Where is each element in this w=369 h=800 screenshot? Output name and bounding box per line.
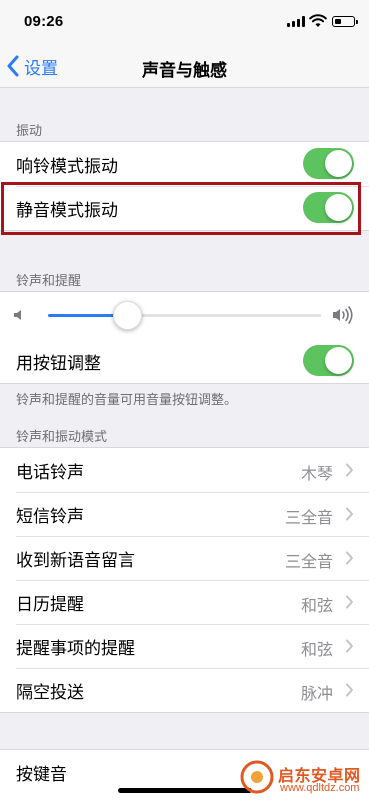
chevron-right-icon bbox=[346, 595, 353, 609]
silent-vibration-label: 静音模式振动 bbox=[16, 200, 118, 220]
pattern-row-label: 短信铃声 bbox=[16, 506, 84, 526]
silent-vibration-toggle[interactable] bbox=[303, 192, 354, 223]
pattern-row-label: 日历提醒 bbox=[16, 594, 84, 614]
ring-vibration-label: 响铃模式振动 bbox=[16, 156, 118, 176]
pattern-row-label: 收到新语音留言 bbox=[16, 550, 135, 570]
signal-icon bbox=[287, 16, 305, 27]
home-indicator bbox=[118, 788, 252, 793]
nav-bar: 声音与触感 设置 bbox=[0, 44, 369, 88]
pattern-row-label: 隔空投送 bbox=[16, 682, 84, 702]
vibration-group: 响铃模式振动 静音模式振动 bbox=[0, 141, 369, 231]
pattern-row-label: 电话铃声 bbox=[16, 462, 84, 482]
pattern-row[interactable]: 电话铃声 木琴 bbox=[0, 448, 369, 492]
speaker-high-icon bbox=[333, 306, 353, 324]
ring-vibration-toggle[interactable] bbox=[303, 148, 354, 179]
battery-icon bbox=[332, 16, 358, 27]
pattern-row[interactable]: 日历提醒 和弦 bbox=[0, 580, 369, 624]
keyboard-clicks-label: 按键音 bbox=[16, 764, 67, 784]
watermark-url: www.qdltdz.com bbox=[280, 782, 360, 794]
volume-slider[interactable] bbox=[48, 301, 321, 330]
pattern-row-value: 和弦 bbox=[300, 642, 333, 659]
pattern-row-value: 脉冲 bbox=[300, 686, 333, 703]
change-with-buttons-label: 用按钮调整 bbox=[16, 353, 101, 373]
watermark-logo-icon bbox=[240, 760, 274, 794]
chevron-right-icon bbox=[346, 507, 353, 521]
chevron-right-icon bbox=[346, 683, 353, 697]
section-header-vibration: 振动 bbox=[16, 123, 43, 138]
speaker-low-icon bbox=[14, 310, 21, 320]
section-header-patterns: 铃声和振动模式 bbox=[16, 429, 108, 444]
patterns-group: 电话铃声 木琴 短信铃声 三全音 收到新语音留言 三全音 日历提醒 和弦 提醒事项的提醒 和弦 隔空… bbox=[0, 447, 369, 713]
pattern-row[interactable]: 短信铃声 三全音 bbox=[0, 492, 369, 536]
chevron-right-icon bbox=[346, 551, 353, 565]
back-label: 设置 bbox=[24, 58, 58, 78]
section-header-ringers: 铃声和提醒 bbox=[16, 273, 82, 288]
pattern-row-value: 和弦 bbox=[300, 598, 333, 615]
silent-vibration-row: 静音模式振动 bbox=[0, 186, 369, 230]
volume-slider-row bbox=[0, 292, 369, 339]
status-time: 09:26 bbox=[24, 13, 64, 30]
pattern-row-value: 三全音 bbox=[284, 510, 333, 527]
ringer-group: 用按钮调整 bbox=[0, 291, 369, 384]
volume-slider-thumb[interactable] bbox=[112, 301, 142, 330]
pattern-row[interactable]: 收到新语音留言 三全音 bbox=[0, 536, 369, 580]
pattern-row[interactable]: 提醒事项的提醒 和弦 bbox=[0, 624, 369, 668]
change-with-buttons-row: 用按钮调整 bbox=[0, 339, 369, 383]
back-button[interactable]: 设置 bbox=[6, 53, 58, 79]
back-chevron-icon bbox=[7, 55, 19, 77]
pattern-row[interactable]: 隔空投送 脉冲 bbox=[0, 668, 369, 712]
chevron-right-icon bbox=[346, 463, 353, 477]
volume-footnote: 铃声和提醒的音量可用音量按钮调整。 bbox=[16, 392, 238, 407]
watermark: 启东安卓网 www.qdltdz.com bbox=[240, 756, 368, 800]
pattern-row-value: 木琴 bbox=[300, 466, 333, 483]
ring-vibration-row: 响铃模式振动 bbox=[0, 142, 369, 186]
pattern-row-label: 提醒事项的提醒 bbox=[16, 638, 135, 658]
chevron-right-icon bbox=[346, 639, 353, 653]
wifi-icon bbox=[309, 14, 327, 27]
change-with-buttons-toggle[interactable] bbox=[303, 345, 354, 376]
pattern-row-value: 三全音 bbox=[284, 554, 333, 571]
status-bar: 09:26 bbox=[0, 0, 369, 44]
